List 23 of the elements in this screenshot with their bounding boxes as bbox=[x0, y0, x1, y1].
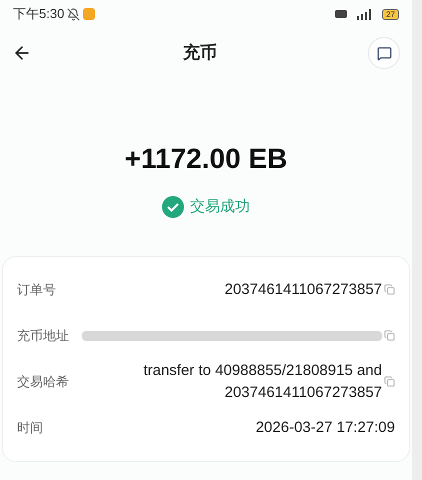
copy-icon bbox=[384, 376, 395, 387]
detail-value: transfer to 40988855/21808915 and 2037461411067273857 bbox=[142, 360, 382, 402]
detail-value: 2037461411067273857 bbox=[224, 280, 382, 300]
detail-label: 时间 bbox=[17, 418, 43, 437]
bell-off-icon bbox=[67, 8, 80, 20]
success-check-icon bbox=[162, 196, 184, 218]
copy-button[interactable] bbox=[384, 284, 395, 295]
copy-button[interactable] bbox=[384, 330, 395, 341]
page-title: 充币 bbox=[182, 42, 218, 64]
copy-icon bbox=[384, 284, 395, 295]
chat-icon bbox=[376, 46, 392, 60]
amount-text: +1172.00 EB bbox=[124, 142, 288, 176]
copy-icon bbox=[384, 330, 395, 341]
detail-value: 2026-03-27 17:27:09 bbox=[256, 418, 395, 438]
battery-icon: 27 bbox=[382, 8, 399, 20]
detail-label: 订单号 bbox=[17, 280, 56, 299]
status-time: 下午5:30 bbox=[13, 5, 64, 24]
status-text: 交易成功 bbox=[190, 197, 250, 217]
app-notification-icon bbox=[83, 8, 96, 20]
detail-label: 交易哈希 bbox=[17, 372, 69, 391]
copy-button[interactable] bbox=[384, 376, 395, 387]
detail-label: 充币地址 bbox=[17, 326, 69, 345]
chat-button[interactable] bbox=[368, 37, 400, 69]
